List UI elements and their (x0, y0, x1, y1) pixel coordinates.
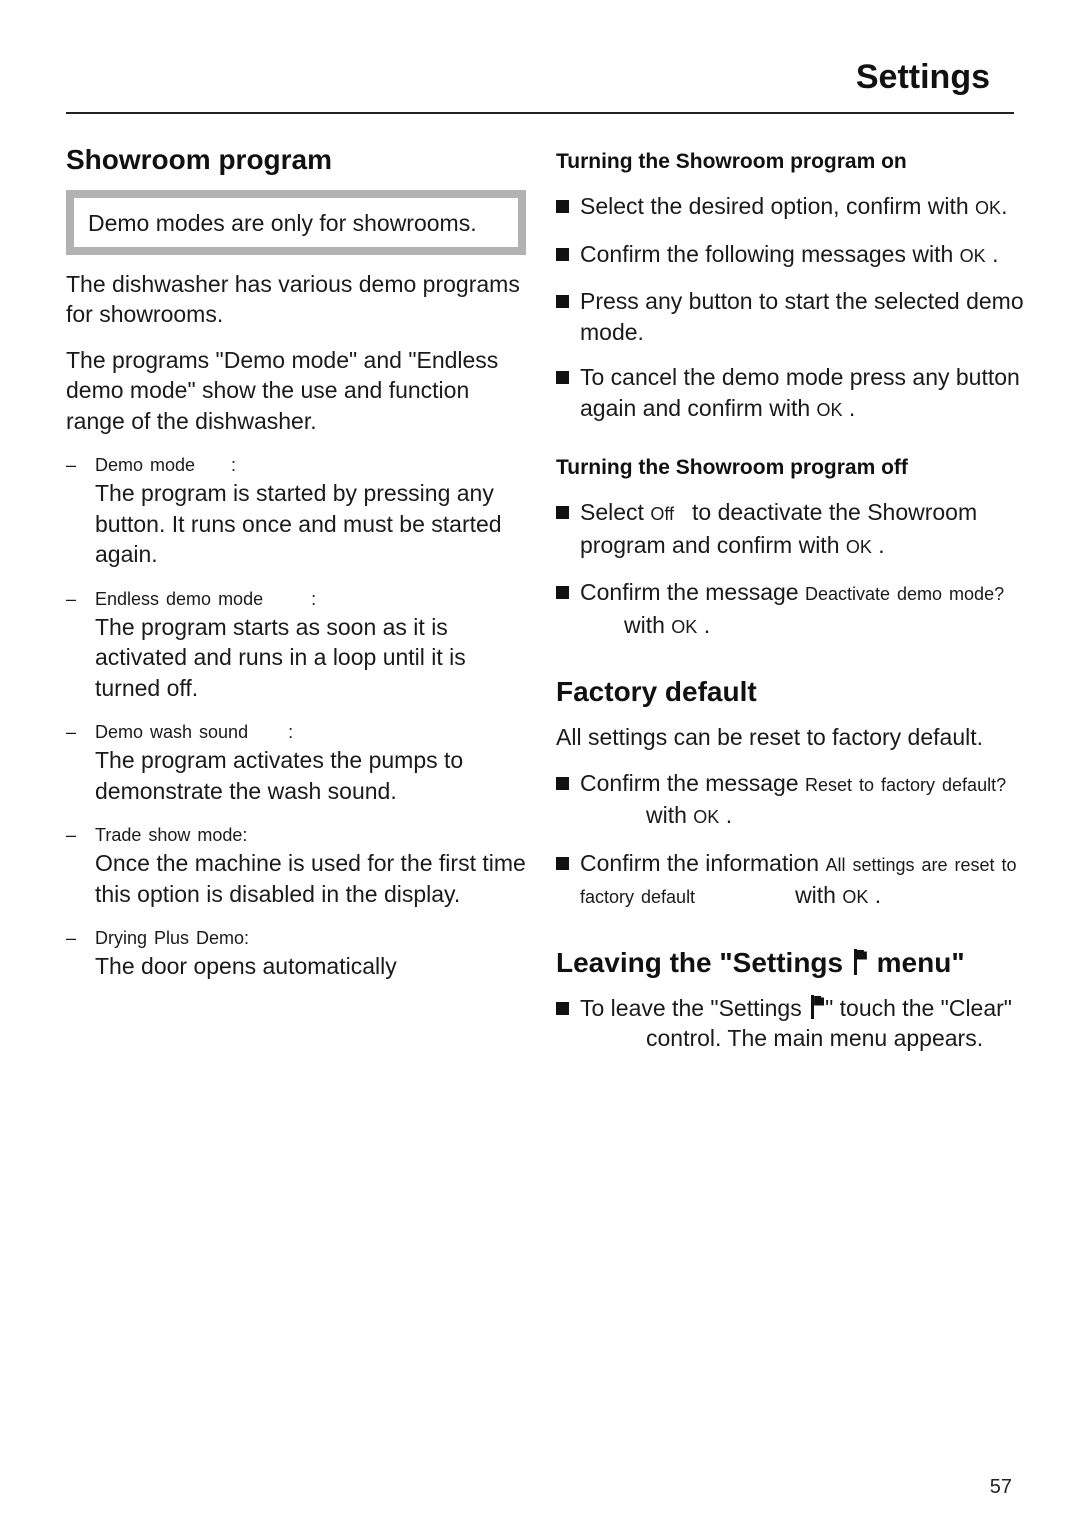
step-text: Select the desired option, confirm with (580, 193, 976, 219)
step-text: To leave the "Settings (580, 994, 809, 1021)
ok-key-label: OK (842, 887, 869, 907)
mode-description: The program starts as soon as it is acti… (95, 613, 466, 701)
leaving-settings-step: To leave the "Settings " touch the "Clea… (556, 993, 1026, 1054)
step-text-end: . (697, 611, 711, 638)
factory-default-step-1: Confirm the message Reset to factory def… (556, 768, 1026, 833)
note-box: Demo modes are only for showrooms. (66, 190, 526, 255)
step-text-end: . (868, 882, 882, 908)
step-text-end: . (842, 394, 856, 421)
mode-item-endless-demo-mode: – Endless demo mode: The program starts … (66, 586, 526, 704)
ok-key-label: OK (845, 536, 872, 557)
ok-key-label: OK (693, 807, 720, 827)
heading-text-end: menu" (868, 946, 965, 978)
dash-icon: – (66, 928, 77, 948)
factory-default-heading: Factory default (556, 676, 757, 707)
bullet-square-icon (556, 371, 569, 384)
turning-on-step-4: To cancel the demo mode press any button… (556, 362, 1026, 425)
ok-key-label: OK (975, 198, 1002, 218)
bullet-square-icon (556, 295, 569, 308)
mode-item-demo-wash-sound: – Demo wash sound: The program activates… (66, 719, 526, 806)
turning-on-step-1: Select the desired option, confirm with … (556, 191, 1026, 224)
factory-default-intro: All settings can be reset to factory def… (556, 724, 984, 750)
ok-key-label: OK (959, 245, 986, 266)
mode-description: The door opens automatically (95, 953, 397, 979)
step-text-end: . (1001, 193, 1008, 219)
mode-suffix: : (311, 588, 317, 609)
mode-label: Endless demo mode (95, 588, 264, 609)
step-text-end: . (719, 802, 733, 828)
mode-description: The program is started by pressing any b… (95, 480, 502, 567)
step-text: Press any button to start the selected d… (580, 288, 1024, 345)
mode-label: Demo wash sound (95, 722, 249, 742)
note-text: Demo modes are only for showrooms. (88, 210, 477, 236)
mode-label: Drying Plus Demo: (95, 928, 250, 948)
step-text: Confirm the message (580, 579, 805, 605)
dash-icon: – (66, 588, 77, 609)
mode-item-trade-show-mode: – Trade show mode: Once the machine is u… (66, 822, 526, 909)
bullet-square-icon (556, 856, 569, 870)
intro-paragraph-2: The programs "Demo mode" and "Endless de… (66, 346, 499, 434)
heading-text: Leaving the "Settings (556, 946, 851, 978)
turning-on-step-2: Confirm the following messages with OK . (556, 239, 1026, 272)
showroom-heading: Showroom program (66, 144, 333, 175)
page-title: Settings (855, 58, 990, 96)
header-divider (66, 112, 1014, 114)
turning-off-step-1: Select Off to deactivate the Showroom pro… (556, 497, 1026, 562)
turning-on-heading: Turning the Showroom program on (556, 150, 907, 173)
step-text: with (624, 611, 672, 638)
turning-on-step-3: Press any button to start the selected d… (556, 286, 1026, 347)
display-message: Deactivate demo mode? (804, 584, 1005, 604)
bullet-square-icon (556, 776, 569, 790)
mode-description: The program activates the pumps to demon… (95, 747, 464, 804)
bullet-square-icon (556, 247, 569, 261)
step-text: Confirm the following messages with (580, 240, 960, 267)
mode-item-demo-mode: – Demo mode: The program is started by p… (66, 452, 526, 570)
off-option-label: Off (650, 504, 675, 524)
mode-item-drying-plus-demo: – Drying Plus Demo: The door opens autom… (66, 925, 526, 982)
right-column: Turning the Showroom program on Select t… (556, 145, 1026, 1054)
turning-off-heading: Turning the Showroom program off (556, 456, 908, 479)
intro-paragraph-1: The dishwasher has various demo programs… (66, 270, 520, 328)
ok-key-label: OK (816, 399, 843, 420)
step-text: Select (580, 499, 651, 525)
mode-label: Demo mode (95, 455, 196, 475)
dash-icon: – (66, 825, 77, 845)
step-text: Confirm the information (580, 849, 826, 876)
turning-off-step-2: Confirm the message Deactivate demo mode… (556, 577, 1026, 642)
step-text: Confirm the message (580, 769, 805, 796)
mode-label: Trade show mode: (95, 825, 248, 845)
dash-icon: – (66, 722, 77, 742)
flag-icon (853, 948, 867, 975)
step-text-end: control. The main menu appears. (646, 1025, 984, 1051)
mode-description: Once the machine is used for the first t… (95, 850, 526, 907)
step-text-end: . (871, 531, 885, 558)
factory-default-step-2: Confirm the information All settings are… (556, 848, 1026, 913)
left-column: Showroom program Demo modes are only for… (66, 140, 526, 982)
bullet-square-icon (556, 1001, 569, 1015)
dash-icon: – (66, 455, 77, 475)
step-text: To cancel the demo mode press any button… (580, 364, 1020, 421)
bullet-square-icon (556, 586, 569, 599)
ok-key-label: OK (671, 616, 698, 637)
step-text: " touch the "Clear" (825, 994, 1012, 1021)
mode-suffix: : (288, 722, 294, 742)
step-text: with (795, 882, 843, 908)
bullet-square-icon (556, 506, 569, 519)
display-message: Reset to factory default? (804, 774, 1007, 795)
bullet-square-icon (556, 200, 569, 213)
mode-suffix: : (231, 455, 237, 475)
leaving-settings-heading: Leaving the "Settings menu" (556, 943, 1026, 983)
step-text: with (646, 802, 694, 828)
step-text-end: . (985, 240, 999, 267)
flag-icon (810, 994, 825, 1019)
page-number: 57 (989, 1476, 1012, 1498)
